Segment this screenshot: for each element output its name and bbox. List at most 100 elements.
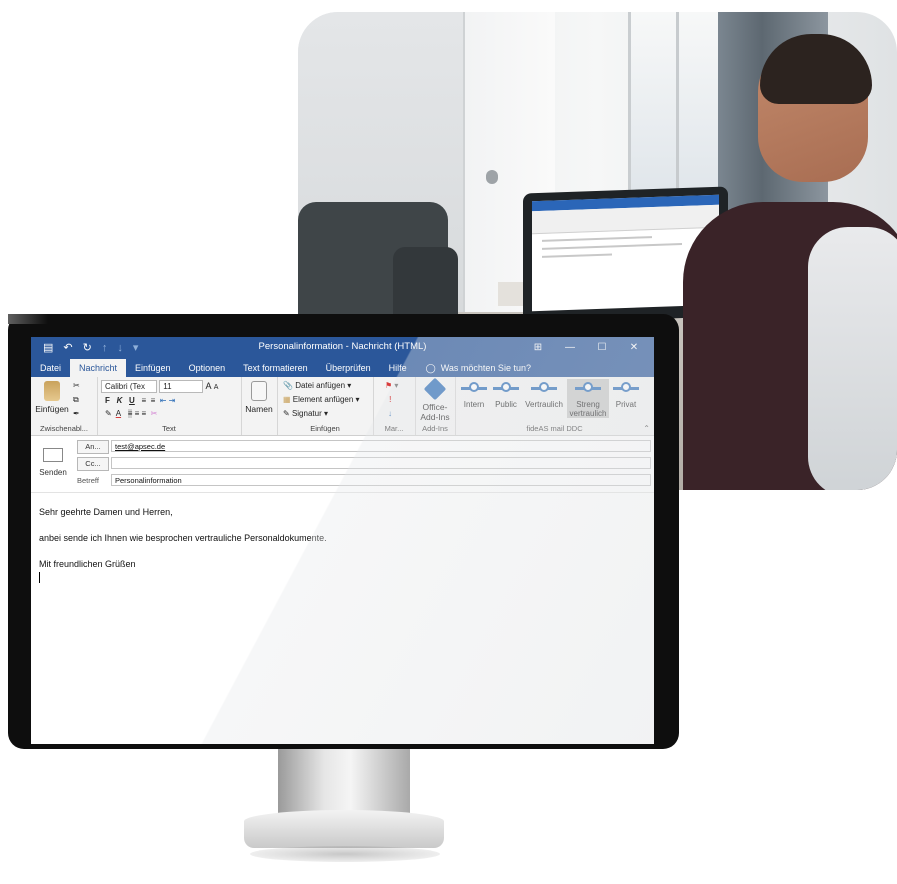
- group-names: Namen: [241, 377, 278, 435]
- classify-public-button[interactable]: Public: [491, 381, 521, 409]
- message-body[interactable]: Sehr geehrte Damen und Herren, anbei sen…: [31, 493, 654, 744]
- bullets-icon[interactable]: ≡: [141, 396, 146, 405]
- tab-optionen[interactable]: Optionen: [180, 359, 235, 377]
- cut-icon[interactable]: ✂: [73, 381, 80, 390]
- grow-font-button[interactable]: A: [205, 381, 211, 391]
- group-clipboard: Einfügen ✂ ⧉ ✒ Zwischenabl...: [31, 377, 98, 435]
- names-button[interactable]: Namen: [243, 381, 275, 414]
- maximize-button[interactable]: ☐: [586, 342, 618, 353]
- align-right-icon[interactable]: ≡: [142, 409, 147, 418]
- classify-privat-button[interactable]: Privat: [611, 381, 641, 409]
- format-painter-icon[interactable]: ✒: [73, 409, 80, 418]
- tab-nachricht[interactable]: Nachricht: [70, 359, 127, 377]
- copy-icon[interactable]: ⧉: [73, 395, 79, 405]
- high-importance-icon[interactable]: !: [389, 395, 392, 404]
- bold-button[interactable]: F: [105, 396, 110, 405]
- cc-button[interactable]: Cc...: [77, 457, 109, 471]
- title-bar: ▤ ↶ ↻ ↑ ↓ ▾ Personalinformation - Nachri…: [31, 337, 654, 358]
- undo-icon[interactable]: ↶: [63, 341, 72, 354]
- paste-button[interactable]: Einfügen: [35, 381, 69, 414]
- group-text: Calibri (Tex 11 A A F K U ≡ ≡ ⇤ ⇥ ✎ A ≡ …: [97, 377, 242, 435]
- close-button[interactable]: ✕: [618, 342, 650, 353]
- address-book-icon: [251, 381, 267, 401]
- text-cursor: [39, 572, 40, 583]
- customize-toolbar-icon[interactable]: ▾: [133, 341, 139, 354]
- signature-button[interactable]: ✎ Signatur ▾: [283, 409, 328, 418]
- signature-icon: ✎: [283, 409, 290, 418]
- underline-button[interactable]: U: [129, 396, 135, 405]
- group-include: 📎 Datei anfügen ▾ ▦ Element anfügen ▾ ✎ …: [277, 377, 374, 435]
- monitor: ▤ ↶ ↻ ↑ ↓ ▾ Personalinformation - Nachri…: [8, 314, 679, 749]
- group-label-text: Text: [162, 424, 176, 433]
- group-addins: Office- Add-Ins Add-Ins: [415, 377, 456, 435]
- align-center-icon[interactable]: ≡: [135, 409, 140, 418]
- outlook-window: ▤ ↶ ↻ ↑ ↓ ▾ Personalinformation - Nachri…: [31, 337, 654, 744]
- office-addins-button[interactable]: Office- Add-Ins: [417, 377, 453, 422]
- tab-hilfe[interactable]: Hilfe: [380, 359, 416, 377]
- classify-streng-vertraulich-button[interactable]: Streng vertraulich: [567, 379, 609, 418]
- body-line-greeting: Sehr geehrte Damen und Herren,: [39, 507, 173, 517]
- intern-icon: [461, 381, 487, 396]
- minimize-button[interactable]: —: [554, 342, 586, 353]
- save-icon[interactable]: ▤: [43, 341, 53, 354]
- collapse-ribbon-icon[interactable]: ⌃: [643, 424, 650, 433]
- follow-up-flag-icon[interactable]: ⚑ ▾: [385, 381, 398, 390]
- redo-icon[interactable]: ↻: [83, 341, 92, 354]
- classify-vertraulich-button[interactable]: Vertraulich: [523, 381, 565, 409]
- increase-indent-icon[interactable]: ⇥: [169, 396, 176, 405]
- next-item-icon[interactable]: ↓: [117, 342, 123, 354]
- photo-door-knob: [486, 170, 498, 184]
- align-left-icon[interactable]: ≡: [127, 409, 133, 418]
- highlight-icon[interactable]: ✎: [105, 409, 112, 418]
- streng-vertraulich-icon: [575, 381, 601, 396]
- to-recipient: test@apsec.de: [115, 442, 166, 451]
- group-tags: ⚑ ▾ ! ↓ Mar...: [373, 377, 416, 435]
- tell-me-text: Was möchten Sie tun?: [440, 363, 531, 373]
- shrink-font-button[interactable]: A: [214, 384, 219, 391]
- numbering-icon[interactable]: ≡: [151, 396, 156, 405]
- subject-field[interactable]: Personalinformation: [111, 474, 651, 486]
- to-button[interactable]: An...: [77, 440, 109, 454]
- clear-formatting-icon[interactable]: ✂: [151, 409, 158, 418]
- paperclip-icon: 📎: [283, 381, 293, 390]
- group-label-include: Einfügen: [310, 424, 340, 433]
- ribbon-display-options-icon[interactable]: ⊞: [522, 342, 554, 353]
- quick-access-toolbar: ▤ ↶ ↻ ↑ ↓ ▾: [31, 341, 139, 355]
- tab-text-formatieren[interactable]: Text formatieren: [234, 359, 317, 377]
- tab-einfuegen[interactable]: Einfügen: [126, 359, 180, 377]
- privat-icon: [613, 381, 639, 396]
- photo-person-sleeve: [808, 227, 897, 490]
- to-field[interactable]: test@apsec.de: [111, 440, 651, 452]
- decrease-indent-icon[interactable]: ⇤: [160, 396, 167, 405]
- tab-ueberpruefen[interactable]: Überprüfen: [317, 359, 380, 377]
- cc-field[interactable]: [111, 457, 651, 469]
- window-controls: ⊞ — ☐ ✕: [522, 337, 650, 358]
- monitor-stand-shadow: [250, 846, 440, 862]
- compose-header: Senden An... Cc... Betreff test@apsec.de…: [31, 436, 654, 493]
- tell-me-box[interactable]: ◯ Was möchten Sie tun?: [416, 359, 531, 377]
- low-importance-icon[interactable]: ↓: [388, 409, 392, 418]
- group-fideas-ddc: Intern Public Vertraulich Streng vertrau…: [455, 377, 654, 435]
- attach-item-button[interactable]: ▦ Element anfügen ▾: [283, 395, 360, 404]
- monitor-stand-base: [244, 810, 444, 848]
- classify-intern-button[interactable]: Intern: [459, 381, 489, 409]
- group-label-clipboard: Zwischenabl...: [40, 424, 88, 433]
- vertraulich-icon: [531, 381, 557, 396]
- public-icon: [493, 381, 519, 396]
- tab-datei[interactable]: Datei: [31, 359, 70, 377]
- group-label-tags: Mar...: [384, 424, 404, 433]
- lightbulb-icon: ◯: [425, 363, 436, 373]
- attach-item-icon: ▦: [283, 395, 291, 404]
- previous-item-icon[interactable]: ↑: [102, 342, 108, 354]
- italic-button[interactable]: K: [117, 396, 123, 405]
- office-addins-icon: [423, 377, 447, 401]
- group-label-ddc: fideAS mail DDC: [526, 424, 583, 433]
- font-name-dropdown[interactable]: Calibri (Tex: [101, 380, 157, 393]
- font-size-dropdown[interactable]: 11: [159, 380, 204, 393]
- group-label-addins: Add-Ins: [422, 424, 448, 433]
- monitor-stand-neck: [278, 749, 410, 815]
- attach-file-button[interactable]: 📎 Datei anfügen ▾: [283, 381, 351, 390]
- send-button[interactable]: Senden: [37, 445, 69, 485]
- font-color-icon[interactable]: A: [116, 409, 121, 418]
- clipboard-icon: [44, 381, 60, 401]
